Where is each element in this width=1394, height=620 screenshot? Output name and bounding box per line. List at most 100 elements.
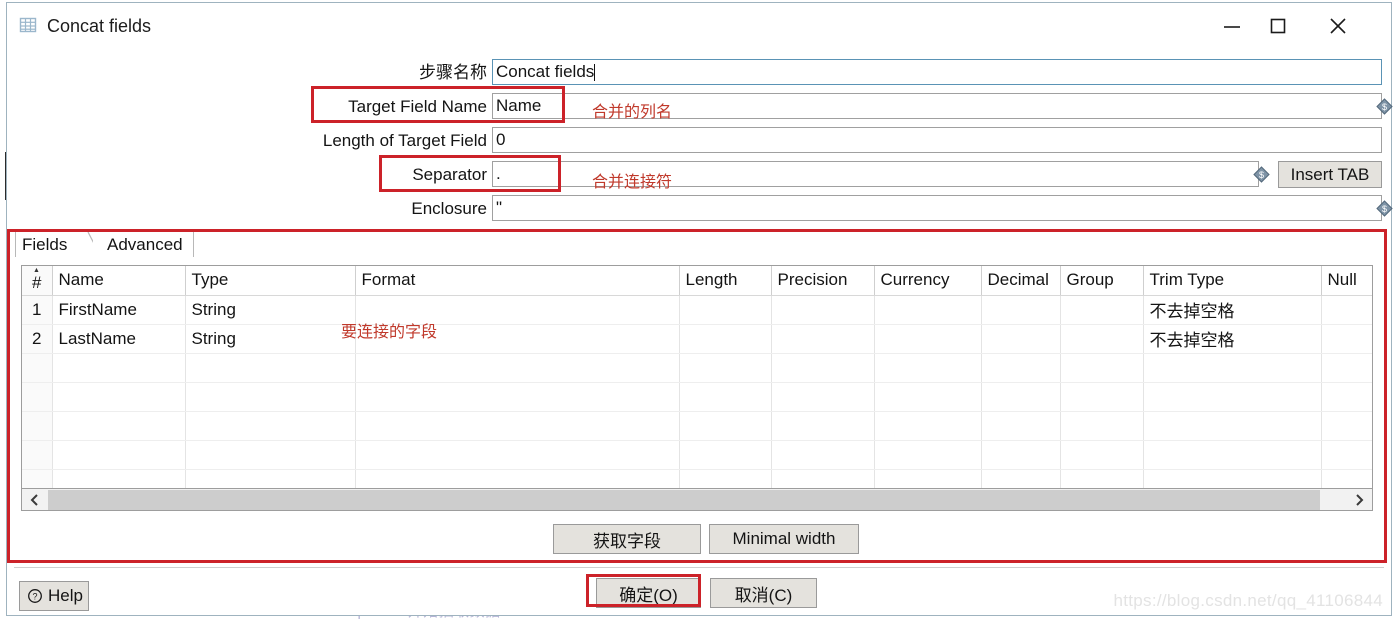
cell-group[interactable] [1060,440,1144,470]
variable-diamond-icon[interactable]: $ [1376,200,1393,217]
cell-name[interactable] [52,382,186,412]
cell-length[interactable] [679,295,772,325]
table-row[interactable]: 1 FirstName String 不去掉空格 [22,295,1372,325]
cell-name[interactable] [52,469,186,488]
cell-decimal[interactable] [981,469,1061,488]
cell-name[interactable]: LastName [52,324,186,354]
cell-currency[interactable] [874,295,982,325]
cell-decimal[interactable] [981,440,1061,470]
cell-num[interactable]: 1 [22,295,53,325]
grid-header-type[interactable]: Type [185,266,356,296]
cell-format[interactable] [355,353,680,383]
cell-precision[interactable] [771,469,875,488]
cell-precision[interactable] [771,295,875,325]
cell-format[interactable] [355,411,680,441]
grid-header-decimal[interactable]: Decimal [981,266,1061,296]
cell-currency[interactable] [874,440,982,470]
grid-header-num[interactable]: ▲ # [22,266,53,296]
cell-currency[interactable] [874,469,982,488]
cell-type[interactable] [185,411,356,441]
cell-null[interactable] [1321,469,1372,488]
insert-tab-button[interactable]: Insert TAB [1278,161,1382,188]
table-row[interactable] [22,382,1372,412]
enclosure-input[interactable]: " $ [492,195,1393,221]
cell-type[interactable]: String [185,295,356,325]
cell-decimal[interactable] [981,324,1061,354]
cell-type[interactable] [185,440,356,470]
grid-header-currency[interactable]: Currency [874,266,982,296]
cell-type[interactable] [185,469,356,488]
cell-precision[interactable] [771,440,875,470]
help-button[interactable]: ? Help [19,581,89,611]
cell-num[interactable] [22,469,53,488]
cell-group[interactable] [1060,382,1144,412]
cell-length[interactable] [679,469,772,488]
cell-null[interactable] [1321,295,1372,325]
chevron-left-icon[interactable] [22,490,48,510]
cell-currency[interactable] [874,411,982,441]
scrollbar-track[interactable] [48,489,1346,510]
cell-precision[interactable] [771,324,875,354]
cell-num[interactable]: 2 [22,324,53,354]
cell-trimtype[interactable] [1143,440,1322,470]
grid-header-trimtype[interactable]: Trim Type [1143,266,1322,296]
cell-length[interactable] [679,324,772,354]
close-icon[interactable] [1315,3,1361,48]
table-row[interactable]: 2 LastName String 不去掉空格 [22,324,1372,354]
cell-num[interactable] [22,353,53,383]
cell-decimal[interactable] [981,295,1061,325]
table-row[interactable] [22,440,1372,470]
cell-length[interactable] [679,411,772,441]
cell-decimal[interactable] [981,382,1061,412]
cell-null[interactable] [1321,411,1372,441]
cell-name[interactable] [52,411,186,441]
chevron-right-icon[interactable] [1346,490,1372,510]
table-row[interactable] [22,353,1372,383]
cell-trimtype[interactable] [1143,469,1322,488]
cell-decimal[interactable] [981,411,1061,441]
cell-null[interactable] [1321,382,1372,412]
variable-diamond-icon[interactable]: $ [1253,166,1270,183]
cell-currency[interactable] [874,324,982,354]
cell-null[interactable] [1321,440,1372,470]
cell-length[interactable] [679,382,772,412]
grid-horizontal-scrollbar[interactable] [21,489,1373,511]
cell-group[interactable] [1060,469,1144,488]
fields-grid[interactable]: ▲ # Name Type Format Length Precision Currency D… [21,265,1373,489]
tab-advanced[interactable]: Advanced [93,231,194,257]
cell-trimtype[interactable]: 不去掉空格 [1143,295,1322,325]
tab-fields[interactable]: Fields [15,231,76,257]
minimal-width-button[interactable]: Minimal width [709,524,859,554]
cell-type[interactable]: String [185,324,356,354]
length-of-target-field-input[interactable]: 0 [492,127,1382,153]
cell-type[interactable] [185,353,356,383]
cell-length[interactable] [679,353,772,383]
grid-header-length[interactable]: Length [679,266,772,296]
grid-header-precision[interactable]: Precision [771,266,875,296]
cell-precision[interactable] [771,353,875,383]
table-row[interactable] [22,411,1372,441]
cell-null[interactable] [1321,353,1372,383]
cell-null[interactable] [1321,324,1372,354]
cell-num[interactable] [22,440,53,470]
cell-currency[interactable] [874,382,982,412]
step-name-input[interactable]: Concat fields [492,59,1382,85]
grid-header-null[interactable]: Null [1321,266,1372,296]
maximize-icon[interactable] [1255,3,1301,48]
minimize-icon[interactable] [1209,3,1255,48]
get-fields-button[interactable]: 获取字段 [553,524,701,554]
cell-trimtype[interactable] [1143,382,1322,412]
cell-trimtype[interactable]: 不去掉空格 [1143,324,1322,354]
cancel-button[interactable]: 取消(C) [710,578,817,608]
cell-precision[interactable] [771,382,875,412]
cell-group[interactable] [1060,411,1144,441]
cell-group[interactable] [1060,353,1144,383]
cell-length[interactable] [679,440,772,470]
grid-header-name[interactable]: Name [52,266,186,296]
cell-type[interactable] [185,382,356,412]
cell-format[interactable] [355,469,680,488]
cell-num[interactable] [22,411,53,441]
scrollbar-thumb[interactable] [48,489,1320,510]
cell-precision[interactable] [771,411,875,441]
cell-num[interactable] [22,382,53,412]
